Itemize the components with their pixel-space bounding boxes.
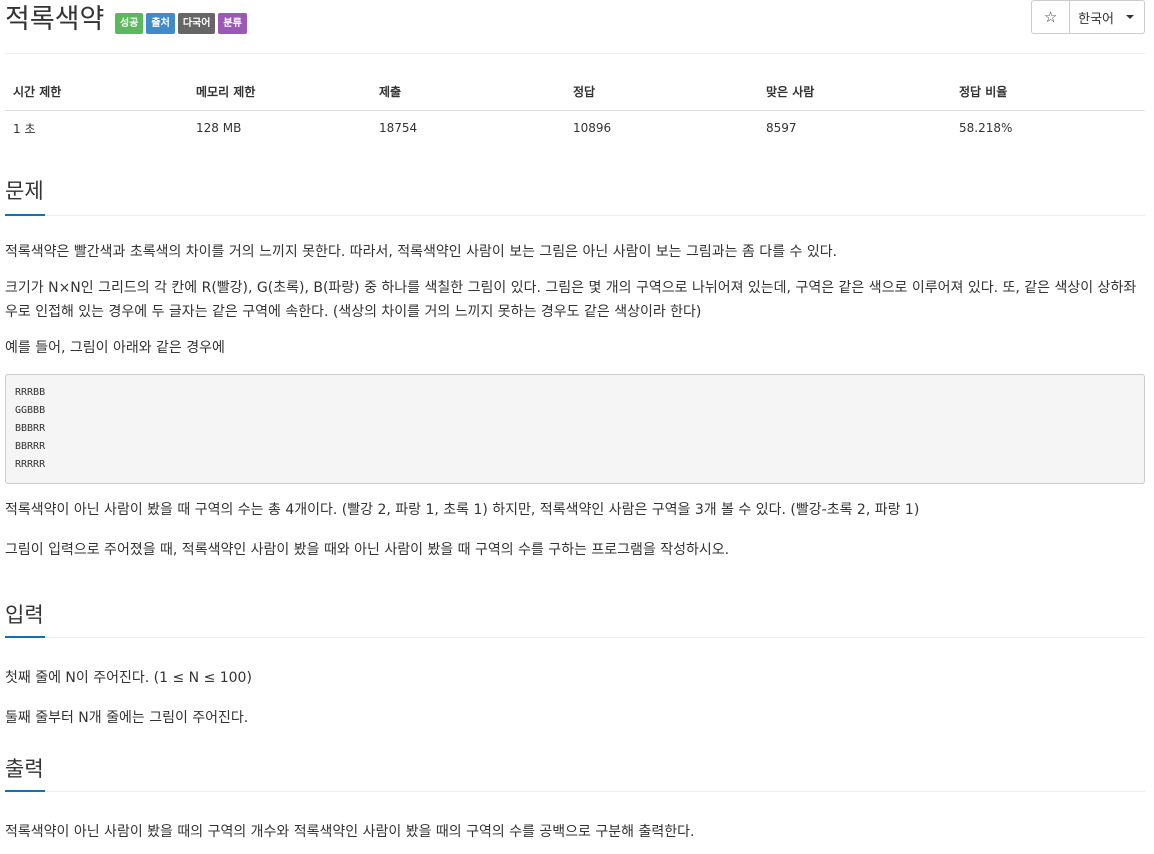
problem-heading: 문제 bbox=[5, 179, 44, 203]
value-accepted: 10896 bbox=[573, 121, 612, 136]
problem-headline: 문제 bbox=[5, 170, 1145, 216]
output-headline: 출력 bbox=[5, 750, 1145, 792]
header-accept-rate: 정답 비율 bbox=[951, 74, 1145, 111]
sample-line: RRRRR bbox=[15, 459, 46, 470]
heading-underline bbox=[5, 790, 45, 792]
problem-title: 적록색약 bbox=[5, 4, 105, 35]
language-label: 한국어 bbox=[1078, 11, 1114, 27]
header-time-limit: 시간 제한 bbox=[5, 74, 188, 111]
value-submissions: 18754 bbox=[379, 121, 418, 136]
value-accept-rate: 58.218% bbox=[959, 121, 1013, 136]
caret-down-icon bbox=[1126, 15, 1134, 19]
sample-line: BBRRR bbox=[15, 441, 46, 452]
value-solved-users: 8597 bbox=[766, 121, 797, 136]
problem-page: 적록색약 성공 출처 다국어 분류 ☆ 한국어 시간 제한 메모리 제한 제출 … bbox=[0, 0, 1154, 854]
header-solved-users: 맞은 사람 bbox=[758, 74, 951, 111]
problem-paragraph-3: 예를 들어, 그림이 아래와 같은 경우에 bbox=[5, 340, 225, 356]
problem-labels: 성공 출처 다국어 분류 bbox=[115, 13, 247, 34]
output-paragraph-1: 적록색약이 아닌 사람이 봤을 때의 구역의 개수와 적록색약인 사람이 봤을 … bbox=[5, 824, 695, 840]
label-source[interactable]: 출처 bbox=[146, 13, 175, 34]
sample-line: GGBBB bbox=[15, 405, 46, 416]
label-success[interactable]: 성공 bbox=[115, 13, 144, 34]
heading-underline bbox=[5, 636, 45, 638]
header-submissions: 제출 bbox=[371, 74, 565, 111]
value-time-limit: 1 초 bbox=[13, 121, 36, 136]
problem-paragraph-1: 적록색약은 빨간색과 초록색의 차이를 거의 느끼지 못한다. 따라서, 적록색… bbox=[5, 244, 838, 260]
problem-info-table: 시간 제한 메모리 제한 제출 정답 맞은 사람 정답 비율 1 초 128 M… bbox=[5, 74, 1145, 146]
input-section: 입력 첫째 줄에 N이 주어진다. (1 ≤ N ≤ 100) 둘째 줄부터 N… bbox=[5, 596, 1145, 730]
heading-underline bbox=[5, 214, 45, 216]
header-accepted: 정답 bbox=[565, 74, 758, 111]
input-heading: 입력 bbox=[5, 603, 44, 627]
sample-line: RRRBB bbox=[15, 387, 46, 398]
problem-paragraph-4: 적록색약이 아닌 사람이 봤을 때 구역의 수는 총 4개이다. (빨강 2, … bbox=[5, 502, 920, 518]
sample-grid: RRRBB GGBBB BBBRR BBRRR RRRRR bbox=[5, 374, 1145, 484]
table-header-row: 시간 제한 메모리 제한 제출 정답 맞은 사람 정답 비율 bbox=[5, 74, 1145, 111]
output-heading: 출력 bbox=[5, 757, 44, 781]
problem-paragraph-2: 크기가 N×N인 그리드의 각 칸에 R(빨강), G(초록), B(파랑) 중… bbox=[5, 280, 1137, 320]
language-dropdown[interactable]: 한국어 bbox=[1070, 0, 1145, 34]
problem-section: 문제 적록색약은 빨간색과 초록색의 차이를 거의 느끼지 못한다. 따라서, … bbox=[5, 170, 1145, 562]
input-paragraph-1: 첫째 줄에 N이 주어진다. (1 ≤ N ≤ 100) bbox=[5, 670, 252, 686]
problem-paragraph-5: 그림이 입력으로 주어졌을 때, 적록색약인 사람이 봤을 때와 아닌 사람이 … bbox=[5, 542, 730, 558]
title-row: 적록색약 성공 출처 다국어 분류 ☆ 한국어 bbox=[5, 0, 1145, 54]
output-section: 출력 적록색약이 아닌 사람이 봤을 때의 구역의 개수와 적록색약인 사람이 … bbox=[5, 750, 1145, 844]
title-controls: ☆ 한국어 bbox=[1031, 0, 1145, 34]
star-icon: ☆ bbox=[1043, 8, 1058, 26]
value-memory-limit: 128 MB bbox=[196, 121, 242, 136]
label-multilang[interactable]: 다국어 bbox=[177, 13, 216, 34]
sample-line: BBBRR bbox=[15, 423, 46, 434]
table-row: 1 초 128 MB 18754 10896 8597 58.218% bbox=[5, 110, 1145, 146]
input-paragraph-2: 둘째 줄부터 N개 줄에는 그림이 주어진다. bbox=[5, 710, 249, 726]
header-memory-limit: 메모리 제한 bbox=[188, 74, 371, 111]
input-headline: 입력 bbox=[5, 596, 1145, 638]
star-button[interactable]: ☆ bbox=[1031, 0, 1071, 34]
label-category[interactable]: 분류 bbox=[218, 13, 247, 34]
